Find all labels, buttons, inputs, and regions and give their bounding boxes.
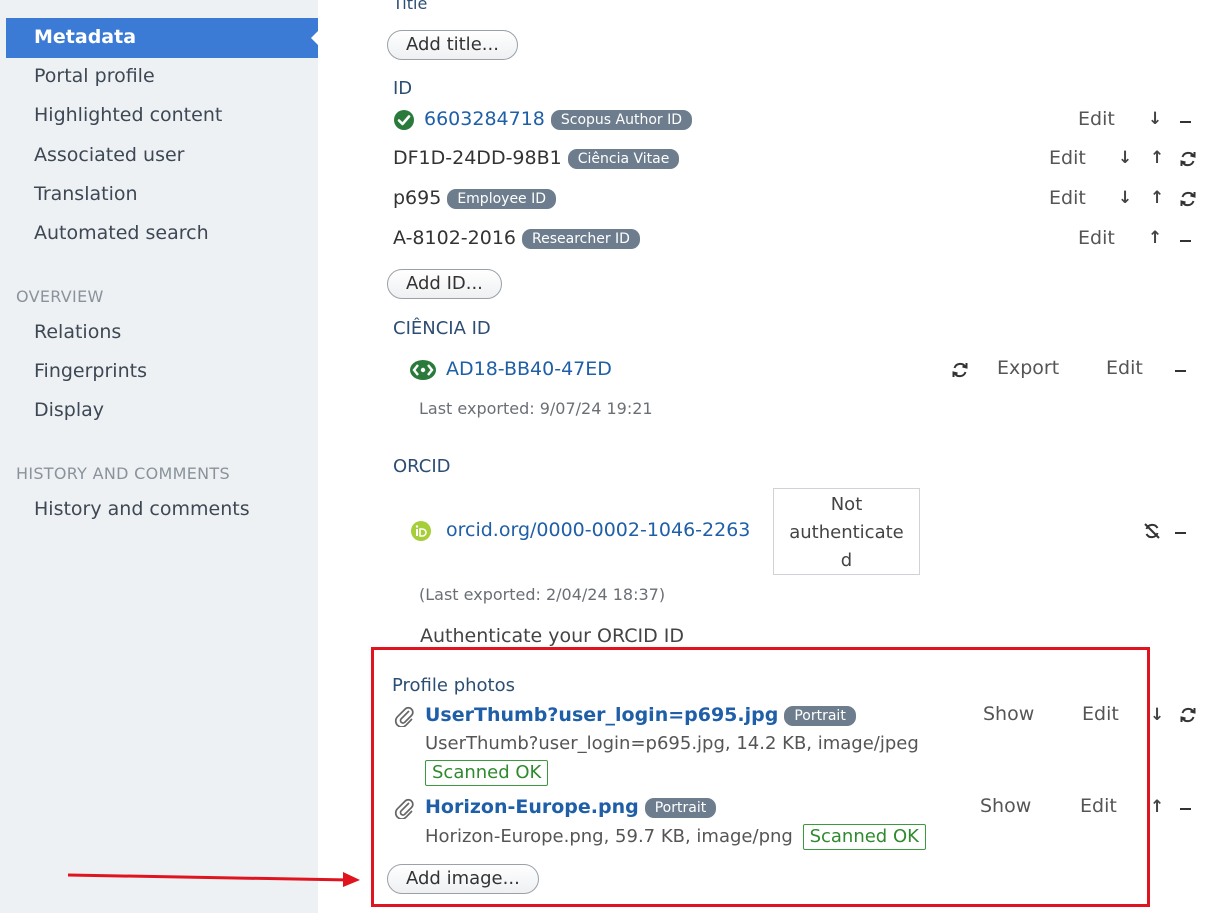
show-photo-button[interactable]: Show: [980, 795, 1031, 817]
employee-id-value: p695: [393, 187, 442, 209]
portrait-badge: Portrait: [644, 797, 717, 818]
add-image-button[interactable]: Add image...: [387, 864, 539, 894]
sidebar: Metadata Portal profile Highlighted cont…: [0, 0, 319, 913]
photo-file-row: UserThumb?user_login=p695.jpg Portrait: [425, 704, 856, 726]
photo-file-link[interactable]: UserThumb?user_login=p695.jpg: [425, 704, 778, 726]
edit-ciencia-vitae-id-button[interactable]: Edit: [1049, 147, 1086, 169]
photo-file-link[interactable]: Horizon-Europe.png: [425, 796, 639, 818]
red-arrow-annotation: [67, 872, 360, 887]
sidebar-item-display[interactable]: Display: [34, 399, 104, 421]
sync-icon[interactable]: [1178, 189, 1198, 209]
scan-status-badge: Scanned OK: [425, 760, 549, 786]
sidebar-heading-overview: OVERVIEW: [16, 287, 104, 306]
orcid-auth-status: Not authenticate d: [773, 488, 920, 575]
paperclip-icon: [394, 706, 414, 727]
verified-check-icon: [394, 110, 414, 130]
scanned-ok-label: Scanned OK: [802, 824, 926, 850]
sidebar-item-automated-search[interactable]: Automated search: [34, 222, 209, 244]
remove-icon[interactable]: [1180, 808, 1191, 810]
ciencia-vitae-id-value: DF1D-24DD-98B1: [393, 147, 562, 169]
remove-icon[interactable]: [1175, 370, 1186, 372]
id-section-label: ID: [393, 78, 413, 99]
remove-icon[interactable]: [1175, 532, 1186, 534]
sidebar-item-metadata[interactable]: Metadata: [34, 26, 136, 48]
ciencia-id-label: CIÊNCIA ID: [393, 318, 491, 339]
move-up-icon[interactable]: ↑: [1150, 797, 1164, 817]
title-label: Title: [393, 0, 428, 13]
move-up-icon[interactable]: ↑: [1148, 228, 1162, 248]
export-button[interactable]: Export: [997, 357, 1059, 379]
edit-employee-id-button[interactable]: Edit: [1049, 187, 1086, 209]
edit-ciencia-id-button[interactable]: Edit: [1106, 357, 1143, 379]
profile-photos-label: Profile photos: [392, 675, 515, 696]
sync-icon[interactable]: [1178, 705, 1198, 725]
sidebar-item-fingerprints[interactable]: Fingerprints: [34, 360, 147, 382]
move-down-icon[interactable]: ↓: [1148, 109, 1162, 129]
sidebar-item-relations[interactable]: Relations: [34, 321, 121, 343]
id-row: DF1D-24DD-98B1 Ciência Vitae: [393, 147, 680, 169]
researcher-id-value: A-8102-2016: [393, 227, 516, 249]
id-type-badge: Employee ID: [447, 188, 557, 209]
photo-file-details: UserThumb?user_login=p695.jpg, 14.2 KB, …: [425, 733, 919, 754]
scopus-id-link[interactable]: 6603284718: [424, 108, 545, 130]
id-type-badge: Scopus Author ID: [550, 109, 693, 130]
sidebar-item-translation[interactable]: Translation: [34, 183, 138, 205]
show-photo-button[interactable]: Show: [983, 703, 1034, 725]
move-down-icon[interactable]: ↓: [1150, 705, 1164, 725]
orcid-status-line: authenticate: [789, 522, 904, 543]
add-title-button[interactable]: Add title...: [387, 30, 518, 60]
edit-photo-button[interactable]: Edit: [1080, 795, 1117, 817]
sync-icon[interactable]: [950, 360, 970, 380]
move-up-icon[interactable]: ↑: [1150, 188, 1164, 208]
orcid-status-line: d: [840, 550, 853, 571]
id-row: 6603284718 Scopus Author ID: [424, 108, 693, 130]
sidebar-item-highlighted-content[interactable]: Highlighted content: [34, 104, 222, 126]
move-up-icon[interactable]: ↑: [1150, 148, 1164, 168]
scanned-ok-label: Scanned OK: [425, 760, 549, 786]
id-row: p695 Employee ID: [393, 187, 557, 209]
photo-file-details: Horizon-Europe.png, 59.7 KB, image/png S…: [425, 824, 926, 850]
sync-disabled-icon[interactable]: [1142, 521, 1162, 541]
id-type-badge: Ciência Vitae: [567, 148, 680, 169]
sidebar-heading-history: HISTORY AND COMMENTS: [16, 464, 230, 483]
sync-icon[interactable]: [1178, 149, 1198, 169]
orcid-last-exported: (Last exported: 2/04/24 18:37): [419, 585, 666, 604]
paperclip-icon: [394, 798, 414, 819]
photo-file-details-text: Horizon-Europe.png, 59.7 KB, image/png: [425, 826, 793, 847]
remove-icon[interactable]: [1180, 240, 1191, 242]
ciencia-id-link[interactable]: AD18-BB40-47ED: [446, 358, 612, 380]
edit-scopus-id-button[interactable]: Edit: [1078, 108, 1115, 130]
move-down-icon[interactable]: ↓: [1118, 148, 1132, 168]
edit-researcher-id-button[interactable]: Edit: [1078, 227, 1115, 249]
id-type-badge: Researcher ID: [522, 228, 640, 249]
authenticate-orcid-link[interactable]: Authenticate your ORCID ID: [420, 625, 684, 647]
sidebar-item-portal-profile[interactable]: Portal profile: [34, 65, 155, 87]
id-row: A-8102-2016 Researcher ID: [393, 227, 640, 249]
add-id-button[interactable]: Add ID...: [387, 269, 502, 299]
photo-file-row: Horizon-Europe.png Portrait: [425, 796, 717, 818]
portrait-badge: Portrait: [784, 705, 856, 726]
orcid-label: ORCID: [393, 456, 451, 477]
sidebar-item-associated-user[interactable]: Associated user: [34, 144, 184, 166]
sidebar-item-history-and-comments[interactable]: History and comments: [34, 498, 250, 520]
orcid-logo-icon: [411, 521, 431, 541]
orcid-link[interactable]: orcid.org/0000-0002-1046-2263: [446, 519, 750, 541]
ciencia-id-logo-icon: [410, 360, 436, 380]
move-down-icon[interactable]: ↓: [1118, 188, 1132, 208]
remove-icon[interactable]: [1180, 121, 1191, 123]
orcid-status-line: Not: [830, 494, 863, 515]
edit-photo-button[interactable]: Edit: [1082, 703, 1119, 725]
ciencia-last-exported: Last exported: 9/07/24 19:21: [419, 399, 653, 418]
